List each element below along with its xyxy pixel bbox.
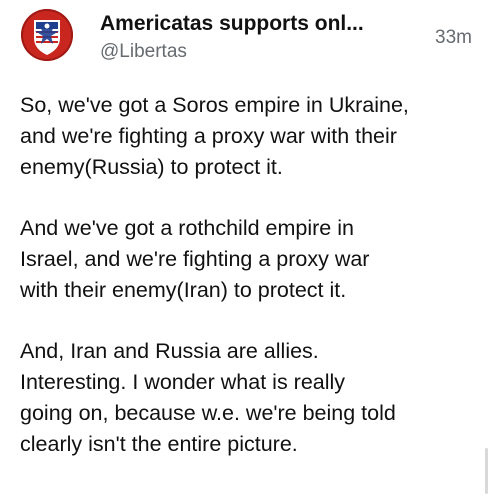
avatar[interactable]	[21, 9, 73, 61]
eagle-shield-icon	[21, 9, 73, 61]
author-display-name[interactable]: Americatas supports onl...	[100, 10, 400, 38]
post-card: Americatas supports onl... @Libertas 33m…	[0, 0, 492, 500]
post-body: So, we've got a Soros empire in Ukraine,…	[20, 90, 485, 460]
post-paragraph-2: And we've got a rothchild empire in Isra…	[20, 216, 370, 302]
author-handle[interactable]: @Libertas	[100, 40, 187, 64]
post-paragraph-3: And, Iran and Russia are allies. Interes…	[20, 339, 396, 456]
post-timestamp[interactable]: 33m	[435, 26, 472, 50]
scrollbar[interactable]	[485, 448, 488, 494]
post-paragraph-1: So, we've got a Soros empire in Ukraine,…	[20, 93, 409, 179]
